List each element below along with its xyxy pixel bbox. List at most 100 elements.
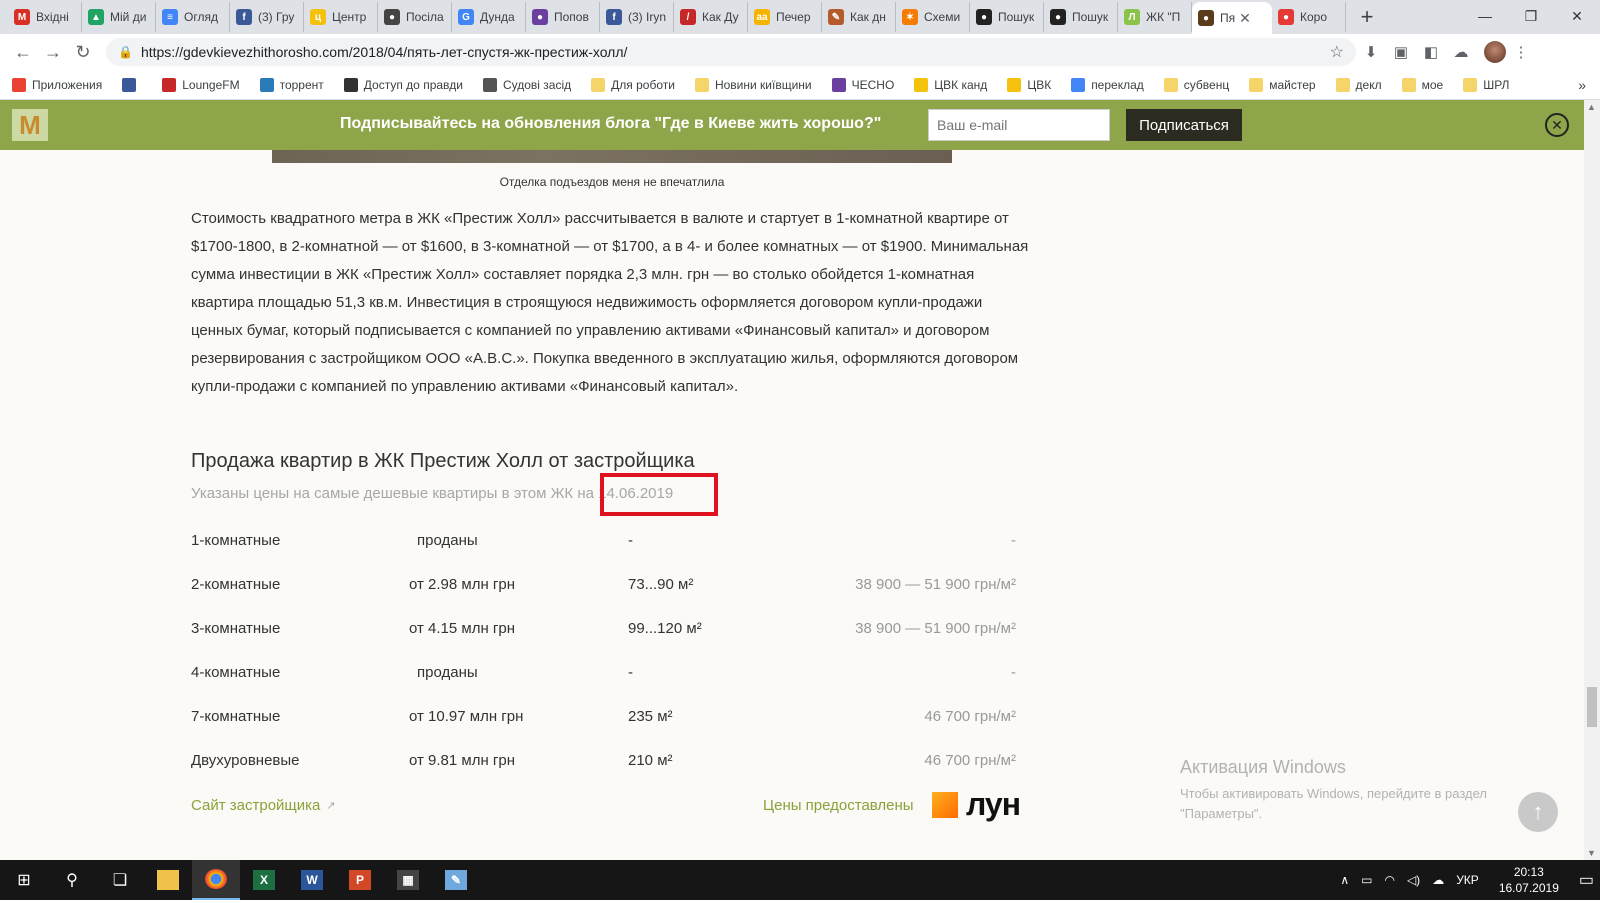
download-icon[interactable]: ⬇ [1356,37,1386,67]
bookmark-item[interactable]: Приложения [12,77,103,92]
browser-tab[interactable]: ● Пошук [1044,2,1118,32]
calculator-icon[interactable]: ▦ [384,860,432,900]
cloud-extension-icon[interactable]: ☁ [1446,37,1476,67]
close-window-button[interactable]: ✕ [1554,0,1600,32]
browser-tab[interactable]: G Дунда [452,2,526,32]
bag-icon: ● [384,9,400,25]
price-from: от 10.97 млн грн [409,708,524,725]
system-tray: ∧ ▭ ◠ ◁) ☁ УКР 20:13 16.07.2019 ▭ [1334,860,1600,900]
browser-tab[interactable]: f (3) Iryn [600,2,674,32]
bookmark-item[interactable]: LoungeFM [162,77,240,92]
bookmark-item[interactable]: субвенц [1163,77,1229,92]
menu-icon[interactable]: ⋮ [1506,37,1536,67]
input-language[interactable]: УКР [1456,873,1479,887]
excel-icon[interactable]: X [240,860,288,900]
cloud-icon[interactable]: ☁ [1432,873,1444,887]
bookmark-label: Доступ до правди [363,77,463,92]
browser-tab[interactable]: ✶ Схеми [896,2,970,32]
window-controls: — ❐ ✕ [1462,0,1600,32]
tab-label: Коро [1300,10,1328,24]
browser-tab[interactable]: ● Пошук [970,2,1044,32]
bookmark-item[interactable]: торрент [259,77,324,92]
bookmarks-more-button[interactable]: » [1578,77,1586,93]
bookmark-item[interactable]: переклад [1071,77,1144,92]
bookmark-item[interactable]: декл [1335,77,1382,92]
torrent-icon [259,77,274,92]
extension-icon[interactable]: ◧ [1416,37,1446,67]
url-text[interactable]: https://gdevkievezhithorosho.com/2018/04… [141,44,1330,60]
bookmark-item[interactable]: ЧЕСНО [831,77,894,92]
developer-link-label[interactable]: Сайт застройщика [191,797,320,814]
bookmark-item[interactable]: Доступ до правди [343,77,463,92]
battery-icon[interactable]: ▭ [1361,873,1372,887]
activation-line-2: "Параметры". [1180,806,1263,821]
volume-icon[interactable]: ◁) [1407,873,1420,887]
lun-logo[interactable]: лун [966,786,1021,823]
browser-tab[interactable]: ● Попов [526,2,600,32]
scroll-up-icon[interactable]: ▲ [1587,102,1596,112]
paint-icon[interactable]: ✎ [432,860,480,900]
maximize-button[interactable]: ❐ [1508,0,1554,32]
lun-logo-icon[interactable] [932,792,958,818]
bookmark-item[interactable]: майстер [1249,77,1316,92]
bookmark-item[interactable]: ШРЛ [1463,77,1509,92]
browser-tab[interactable]: aa Печер [748,2,822,32]
powerpoint-icon[interactable]: P [336,860,384,900]
subscribe-button[interactable]: Подписаться [1126,109,1242,141]
bookmark-item[interactable]: Для роботи [591,77,675,92]
clock[interactable]: 20:13 16.07.2019 [1499,864,1559,896]
folder-icon [1335,77,1350,92]
bookmark-item[interactable] [122,77,142,92]
browser-tab[interactable]: ✎ Как дн [822,2,896,32]
close-tab-icon[interactable]: ✕ [1239,10,1251,27]
tab-label: Схеми [924,10,961,24]
developer-site-link[interactable]: Сайт застройщика ↗ [191,797,336,814]
browser-tab[interactable]: M Вхідні [8,2,82,32]
browser-tab[interactable]: ● Коро [1272,2,1346,32]
close-icon[interactable]: ✕ [1545,113,1569,137]
tray-chevron-icon[interactable]: ∧ [1340,873,1349,887]
search-icon[interactable]: ⚲ [48,860,96,900]
bookmark-label: Приложения [32,77,103,92]
bookmark-item[interactable]: ЦВК канд [914,77,987,92]
chrome-icon[interactable] [192,860,240,900]
bookmark-label: мое [1421,77,1444,92]
browser-tab[interactable]: ● Пя ✕ [1192,2,1272,34]
profile-avatar[interactable] [1484,41,1506,63]
minimize-button[interactable]: — [1462,0,1508,32]
scroll-to-top-button[interactable]: ↑ [1518,792,1558,832]
scrollbar-thumb[interactable] [1587,687,1597,727]
word-icon[interactable]: W [288,860,336,900]
reload-icon[interactable]: ↻ [68,37,98,67]
browser-tab[interactable]: ● Посіла [378,2,452,32]
browser-tab[interactable]: ц Центр [304,2,378,32]
scroll-down-icon[interactable]: ▼ [1587,848,1596,858]
page-scrollbar[interactable]: ▲ ▼ [1584,100,1600,860]
drive-icon: ▲ [88,9,104,25]
bookmark-item[interactable]: мое [1401,77,1444,92]
browser-tab[interactable]: Л ЖК "П [1118,2,1192,32]
file-explorer-icon[interactable] [144,860,192,900]
bookmark-star-icon[interactable]: ☆ [1330,42,1344,62]
address-bar[interactable]: 🔒 https://gdevkievezhithorosho.com/2018/… [106,38,1356,66]
forward-icon[interactable]: → [38,37,68,67]
site-logo[interactable]: M [12,109,48,141]
bookmark-item[interactable]: ЦВК [1007,77,1051,92]
lock-icon[interactable]: 🔒 [118,45,133,59]
email-input[interactable] [928,109,1110,141]
task-view-icon[interactable]: ❏ [96,860,144,900]
extension-icon[interactable]: ▣ [1386,37,1416,67]
start-icon[interactable]: ⊞ [0,860,48,900]
bookmark-item[interactable]: Новини київщини [694,77,812,92]
browser-tab[interactable]: f (3) Гру [230,2,304,32]
back-icon[interactable]: ← [8,37,38,67]
browser-tab[interactable]: ▲ Мій ди [82,2,156,32]
new-tab-button[interactable]: + [1352,2,1382,32]
browser-tab[interactable]: ≡ Огляд [156,2,230,32]
bookmark-item[interactable]: Судові засід [482,77,571,92]
wifi-icon[interactable]: ◠ [1384,873,1394,887]
browser-tab[interactable]: / Как Ду [674,2,748,32]
bookmarks-bar: Приложения LoungeFM торрент Доступ до правд… [0,70,1600,100]
notifications-icon[interactable]: ▭ [1579,870,1594,890]
subscribe-banner: M Подписывайтесь на обновления блога "Гд… [0,100,1584,150]
